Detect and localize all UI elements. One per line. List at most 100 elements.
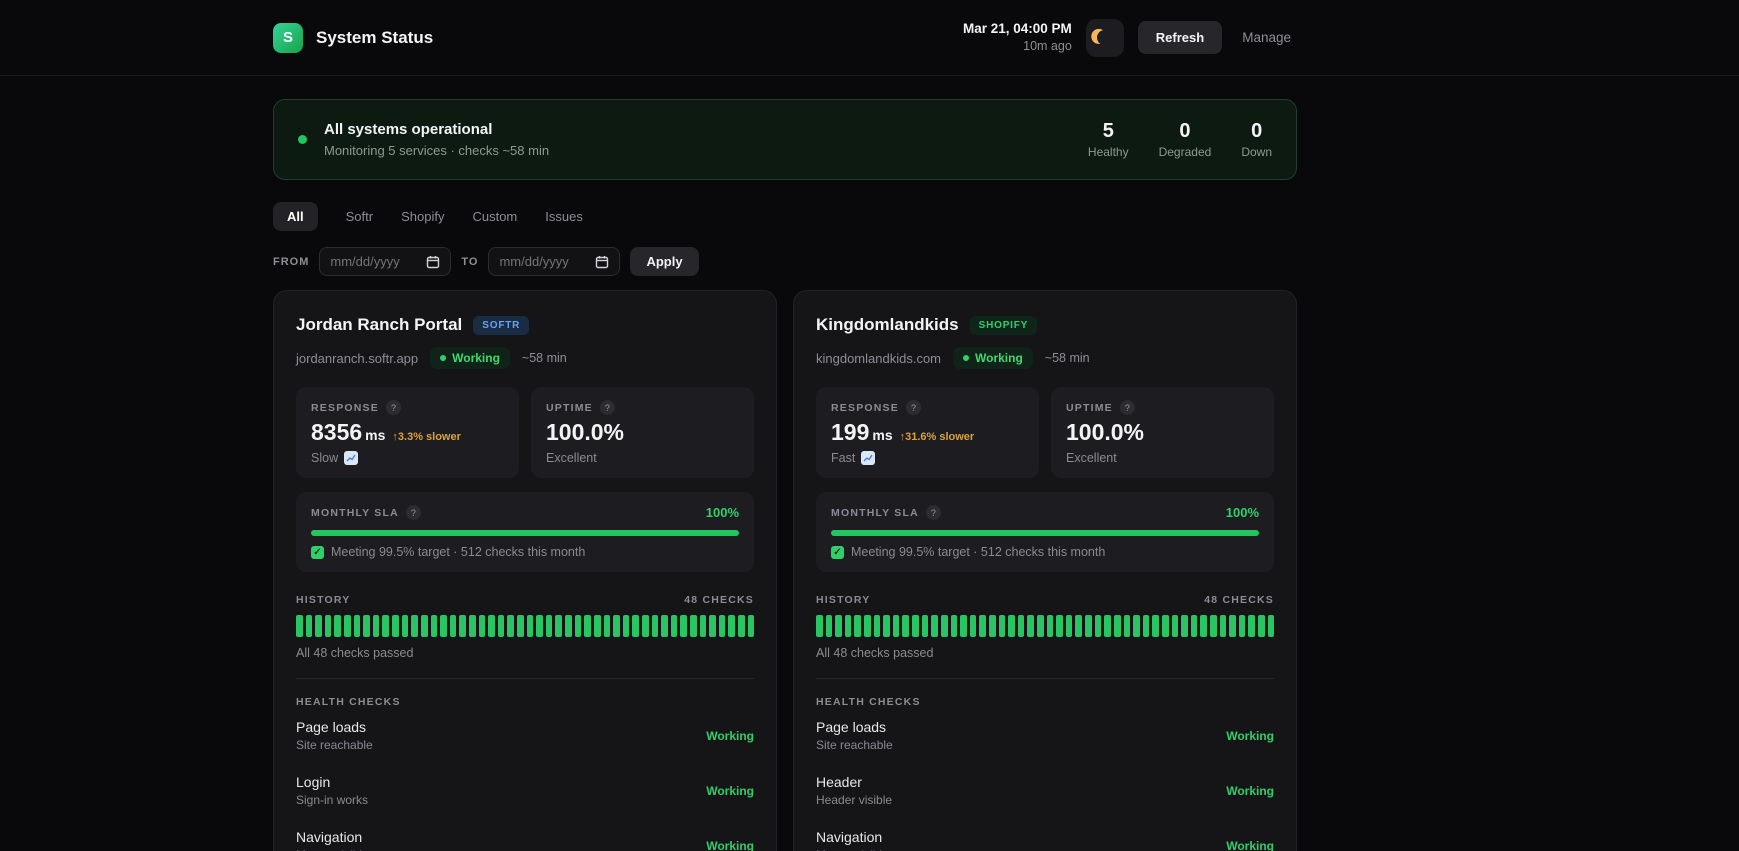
history-bar bbox=[459, 615, 466, 637]
theme-toggle-button[interactable] bbox=[1085, 18, 1124, 57]
from-date-field[interactable] bbox=[319, 247, 452, 276]
service-type-badge: SHOPIFY bbox=[969, 315, 1038, 335]
response-label: RESPONSE bbox=[311, 401, 379, 414]
history-bar bbox=[960, 615, 967, 637]
uptime-metric: UPTIME ? 100.0% Excellent bbox=[531, 387, 754, 478]
health-check-row: Login Sign-in works Working bbox=[296, 763, 754, 818]
uptime-label: UPTIME bbox=[546, 401, 593, 414]
sla-percent: 100% bbox=[1225, 505, 1259, 520]
history-bar bbox=[497, 615, 505, 637]
calendar-icon[interactable] bbox=[426, 255, 440, 269]
history-bars bbox=[816, 615, 1275, 637]
help-icon[interactable]: ? bbox=[925, 505, 941, 520]
refresh-button[interactable]: Refresh bbox=[1137, 21, 1223, 54]
check-name: Page loads bbox=[296, 719, 367, 735]
history-bar bbox=[344, 615, 351, 637]
tab-custom[interactable]: Custom bbox=[472, 202, 517, 231]
history-bar bbox=[1229, 615, 1236, 637]
history-bar bbox=[661, 615, 668, 637]
history-bars bbox=[296, 615, 755, 637]
sla-progress-bar bbox=[831, 530, 1259, 536]
health-check-row: Navigation Menus visible Working bbox=[816, 818, 1274, 851]
history-bar bbox=[363, 615, 370, 637]
to-date-input[interactable] bbox=[499, 254, 588, 269]
tab-shopify[interactable]: Shopify bbox=[401, 202, 444, 231]
history-bar bbox=[1209, 615, 1217, 637]
from-date-input[interactable] bbox=[330, 254, 419, 269]
history-bar bbox=[1219, 615, 1227, 637]
uptime-label: UPTIME bbox=[1066, 401, 1113, 414]
response-value: 199 bbox=[831, 419, 870, 445]
filter-tabs: All Softr Shopify Custom Issues bbox=[273, 202, 1297, 231]
help-icon[interactable]: ? bbox=[905, 400, 921, 415]
checkbox-icon: ✓ bbox=[311, 545, 324, 559]
history-bar bbox=[738, 615, 745, 637]
history-bar bbox=[593, 615, 601, 637]
history-bar bbox=[411, 615, 418, 637]
sla-label: MONTHLY SLA bbox=[831, 506, 919, 519]
tab-softr[interactable]: Softr bbox=[346, 202, 373, 231]
history-bar bbox=[940, 615, 948, 637]
history-bar bbox=[1123, 615, 1131, 637]
history-bar bbox=[1065, 615, 1073, 637]
history-bar bbox=[1161, 615, 1169, 637]
to-date-field[interactable] bbox=[488, 247, 621, 276]
monthly-sla: MONTHLY SLA ? 100% ✓ Meeting 99.5% targe… bbox=[816, 492, 1274, 572]
history-bar bbox=[979, 615, 986, 637]
response-delta: ↑3.3% slower bbox=[392, 431, 461, 443]
check-name: Header bbox=[816, 774, 862, 790]
calendar-icon[interactable] bbox=[595, 255, 609, 269]
history-bar bbox=[1200, 615, 1207, 637]
divider bbox=[296, 678, 754, 679]
last-checked-time: Mar 21, 04:00 PM bbox=[962, 20, 1072, 36]
history-bar bbox=[1133, 615, 1140, 637]
history-bar bbox=[574, 615, 582, 637]
history-bar bbox=[392, 615, 399, 637]
help-icon[interactable]: ? bbox=[385, 400, 401, 415]
history-bar bbox=[536, 615, 543, 637]
history-bar bbox=[1171, 615, 1179, 637]
history-bar bbox=[324, 615, 332, 637]
history-bar bbox=[334, 615, 342, 637]
history-bar bbox=[969, 615, 977, 637]
history-label: HISTORY bbox=[816, 594, 871, 606]
history-bar bbox=[1075, 615, 1083, 637]
service-domain: kingdomlandkids.com bbox=[816, 350, 942, 366]
manage-link[interactable]: Manage bbox=[1236, 30, 1297, 45]
history-bar bbox=[709, 615, 716, 637]
history-bar bbox=[699, 615, 707, 637]
history-bar bbox=[632, 615, 639, 637]
help-icon[interactable]: ? bbox=[1119, 400, 1135, 415]
help-icon[interactable]: ? bbox=[405, 505, 421, 520]
history-bar bbox=[613, 615, 620, 637]
response-speed-label: Fast bbox=[831, 451, 856, 465]
response-unit: ms bbox=[872, 427, 893, 443]
tab-all[interactable]: All bbox=[273, 202, 318, 231]
uptime-value: 100.0% bbox=[546, 419, 625, 445]
status-dot-icon bbox=[298, 135, 307, 144]
divider bbox=[816, 678, 1274, 679]
history-bar bbox=[873, 615, 881, 637]
check-desc: Header visible bbox=[816, 793, 893, 807]
tab-issues[interactable]: Issues bbox=[545, 202, 583, 231]
apply-button[interactable]: Apply bbox=[630, 247, 699, 276]
history-bar bbox=[1017, 615, 1025, 637]
history-bar bbox=[622, 615, 630, 637]
help-icon[interactable]: ? bbox=[599, 400, 615, 415]
response-value: 8356 bbox=[311, 419, 363, 445]
response-speed-label: Slow bbox=[311, 451, 339, 465]
stat-degraded-value: 0 bbox=[1179, 120, 1191, 142]
response-label: RESPONSE bbox=[831, 401, 899, 414]
status-badge: Working bbox=[953, 347, 1033, 369]
page-title: System Status bbox=[316, 27, 434, 47]
history-bar bbox=[1258, 615, 1265, 637]
history-bar bbox=[507, 615, 515, 637]
history-bar bbox=[988, 615, 996, 637]
health-checks-section: HEALTH CHECKS Page loads Site reachable … bbox=[816, 696, 1274, 851]
to-label: TO bbox=[461, 255, 479, 268]
history-bar bbox=[921, 615, 929, 637]
stat-down: 0 Down bbox=[1241, 120, 1272, 159]
history-bar bbox=[545, 615, 553, 637]
uptime-metric: UPTIME ? 100.0% Excellent bbox=[1051, 387, 1274, 478]
uptime-quality-label: Excellent bbox=[546, 451, 597, 465]
